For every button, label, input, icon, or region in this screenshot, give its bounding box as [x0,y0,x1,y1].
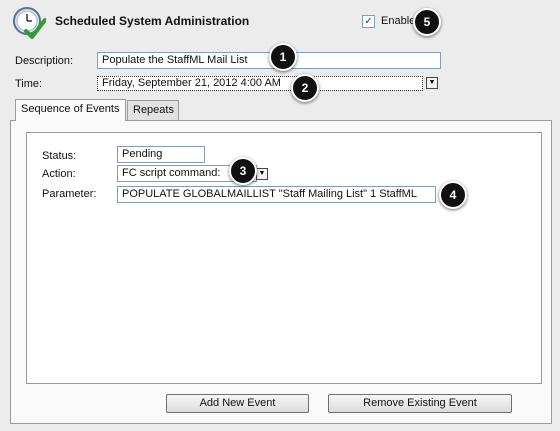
callout-badge-4: 4 [439,181,467,209]
checkmark-icon: ✓ [364,16,373,27]
time-label: Time: [15,78,43,90]
tab-sequence-of-events[interactable]: Sequence of Events [15,99,126,121]
callout-badge-2: 2 [291,74,319,102]
remove-existing-event-button[interactable]: Remove Existing Event [328,394,512,413]
callout-badge-3: 3 [229,157,257,185]
tab-repeats[interactable]: Repeats [127,100,179,120]
window-title: Scheduled System Administration [55,14,250,28]
status-label: Status: [42,150,77,162]
add-new-event-button[interactable]: Add New Event [166,394,309,413]
callout-badge-5: 5 [413,8,441,36]
action-label: Action: [42,168,76,180]
status-field[interactable]: Pending [117,146,205,163]
enabled-checkbox[interactable]: ✓ [362,15,375,28]
time-dropdown-button[interactable]: ▼ [426,77,438,89]
parameter-field[interactable]: POPULATE GLOBALMAILLIST "Staff Mailing L… [117,186,436,203]
time-field[interactable]: Friday, September 21, 2012 4:00 AM [97,76,423,91]
event-details-box [26,132,542,384]
chevron-down-icon: ▼ [428,79,436,86]
callout-badge-1: 1 [269,43,297,71]
chevron-down-icon: ▼ [258,170,266,177]
action-dropdown-button[interactable]: ▼ [256,168,268,180]
clock-check-icon [12,6,47,40]
parameter-label: Parameter: [42,188,97,200]
description-label: Description: [15,55,74,67]
